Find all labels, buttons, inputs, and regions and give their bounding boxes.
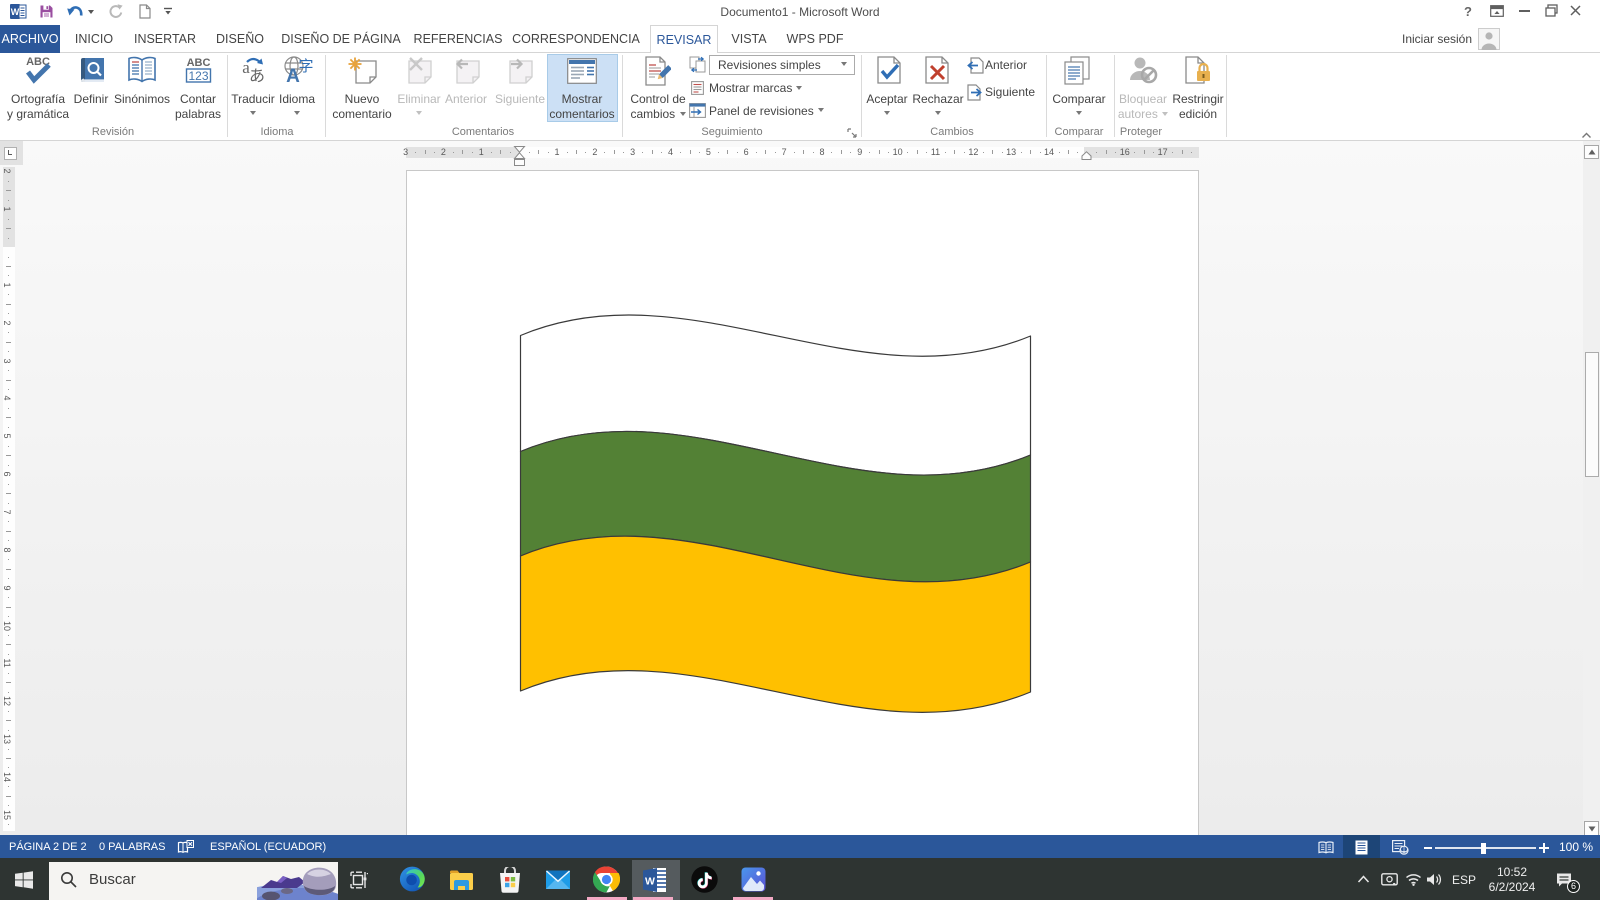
svg-text:ABC: ABC [187,57,211,69]
svg-text:W: W [645,876,655,888]
svg-text:あ: あ [249,67,265,85]
svg-text:字: 字 [298,58,313,75]
svg-text:123: 123 [188,69,208,83]
